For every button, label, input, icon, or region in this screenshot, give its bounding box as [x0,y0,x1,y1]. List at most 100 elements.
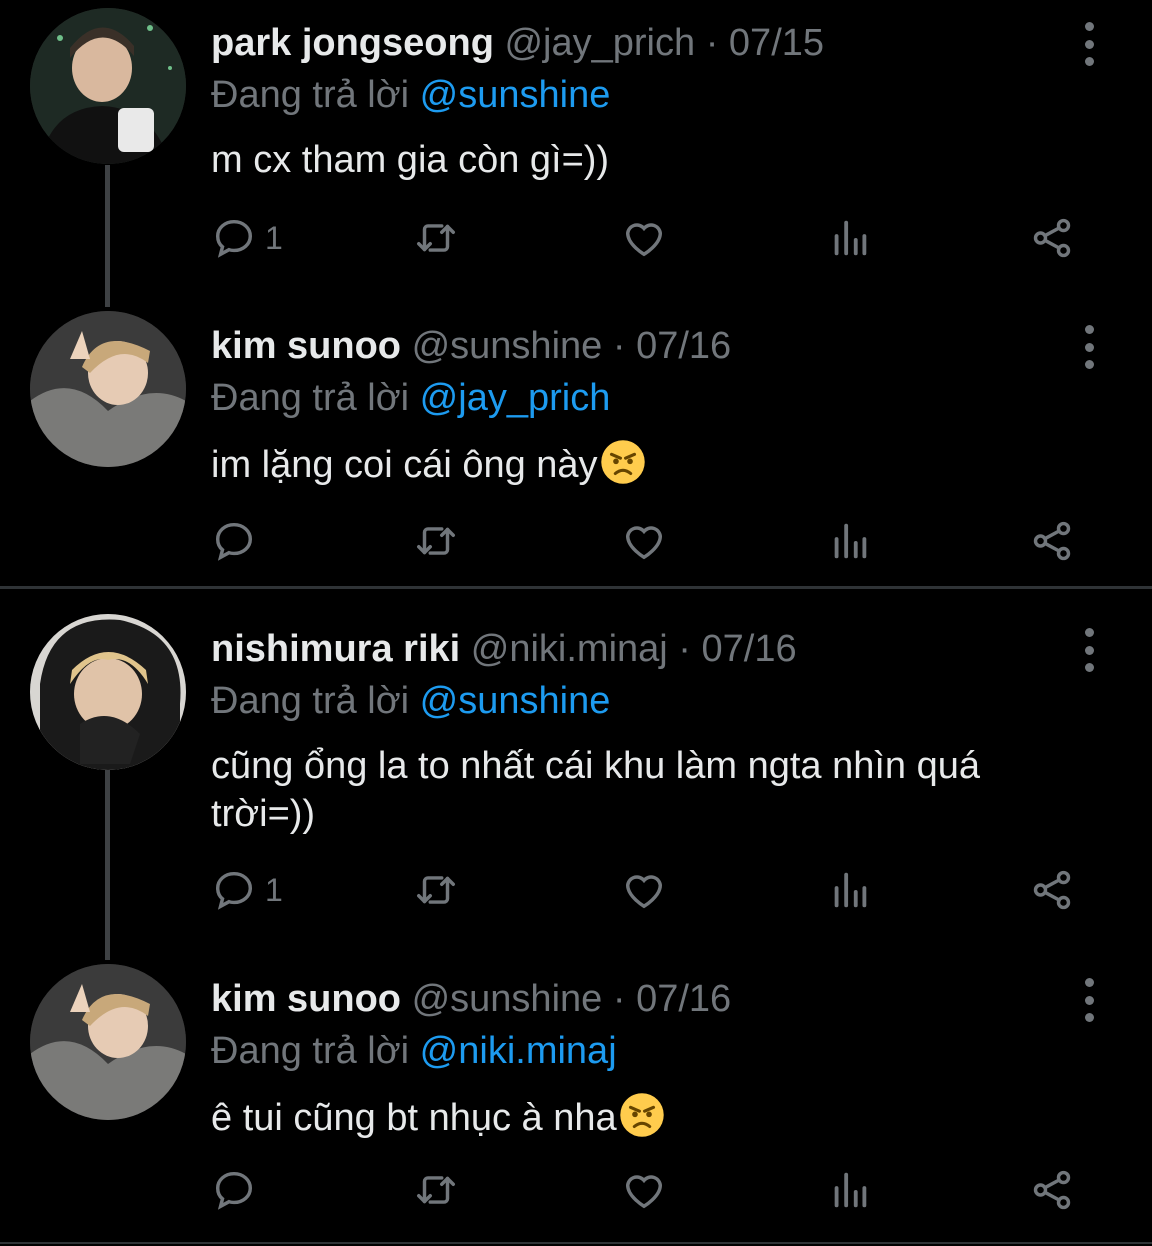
tweet-text-content: m cx tham gia còn gì=)) [211,139,610,181]
like-button[interactable] [621,1165,667,1215]
share-icon [1033,521,1071,561]
replying-to: Đang trả lời @sunshine [211,678,610,724]
retweet-icon [417,224,455,252]
retweet-button[interactable] [413,213,459,263]
tweet-header: kim sunoo @sunshine · 07/16 [211,976,731,1022]
action-bar: 1 [211,213,1091,263]
views-icon [834,220,867,256]
separator-dot: · [678,628,691,670]
username[interactable]: @niki.minaj [471,628,668,670]
tweet-text-content: cũng ổng la to nhất cái khu làm ngta nhì… [211,745,980,835]
like-button[interactable] [621,865,667,915]
share-button[interactable] [1029,516,1075,566]
avatar[interactable] [30,311,186,467]
tweet-text: ê tui cũng bt nhục à nha [211,1092,1091,1142]
more-icon[interactable] [1072,978,1106,1022]
mention-link[interactable]: @jay_prich [420,377,611,419]
replying-to-label: Đang trả lời [211,680,410,722]
tweet[interactable]: nishimura riki @niki.minaj · 07/16 Đang … [0,614,1152,954]
retweet-icon [417,527,455,555]
replying-to-label: Đang trả lời [211,1030,410,1072]
like-icon [625,875,663,909]
retweet-button[interactable] [413,865,459,915]
views-icon [834,872,867,908]
tweet-text: cũng ổng la to nhất cái khu làm ngta nhì… [211,742,1091,838]
tweet[interactable]: park jongseong @jay_prich · 07/15 Đang t… [0,8,1152,298]
like-icon [625,1175,663,1209]
tweet-header: kim sunoo @sunshine · 07/16 [211,323,731,369]
views-button[interactable] [827,213,873,263]
replying-to: Đang trả lời @niki.minaj [211,1028,617,1074]
tweet-text-content: im lặng coi cái ông này [211,444,598,486]
mention-link[interactable]: @niki.minaj [420,1030,617,1072]
replying-to: Đang trả lời @sunshine [211,72,610,118]
tweet-date[interactable]: 07/16 [702,628,797,670]
reply-icon [215,871,253,910]
share-icon [1033,870,1071,910]
retweet-button[interactable] [413,1165,459,1215]
separator-dot: · [705,22,719,64]
more-icon[interactable] [1072,325,1106,369]
username[interactable]: @sunshine [412,325,603,367]
action-bar [211,516,1091,566]
replying-to-label: Đang trả lời [211,74,410,116]
reply-icon [215,522,253,561]
like-icon [625,526,663,560]
reply-button[interactable]: 1 [211,213,283,263]
share-button[interactable] [1029,865,1075,915]
action-bar [211,1165,1091,1215]
reply-button[interactable] [211,1165,265,1215]
tweet-header: nishimura riki @niki.minaj · 07/16 [211,626,797,672]
tweet-text: m cx tham gia còn gì=)) [211,136,1091,184]
divider [0,1242,1152,1244]
like-button[interactable] [621,516,667,566]
tweet-header: park jongseong @jay_prich · 07/15 [211,20,824,66]
reply-icon [215,219,253,258]
views-button[interactable] [827,865,873,915]
views-icon [834,523,867,559]
tweet-date[interactable]: 07/15 [729,22,824,64]
tweet-date[interactable]: 07/16 [636,978,731,1020]
share-button[interactable] [1029,1165,1075,1215]
angry-face-emoji-icon [600,440,645,484]
avatar[interactable] [30,8,186,164]
views-icon [834,1172,867,1208]
retweet-button[interactable] [413,516,459,566]
username[interactable]: @sunshine [412,978,603,1020]
avatar[interactable] [30,614,186,770]
like-button[interactable] [621,213,667,263]
mention-link[interactable]: @sunshine [420,680,611,722]
divider [0,586,1152,589]
tweet[interactable]: kim sunoo @sunshine · 07/16 Đang trả lời… [0,964,1152,1240]
display-name[interactable]: kim sunoo [211,978,401,1020]
display-name[interactable]: nishimura riki [211,628,460,670]
username[interactable]: @jay_prich [504,22,695,64]
reply-icon [215,1171,253,1210]
replying-to: Đang trả lời @jay_prich [211,375,610,421]
display-name[interactable]: kim sunoo [211,325,401,367]
reply-count: 1 [265,871,283,908]
like-icon [625,223,663,257]
tweet-text: im lặng coi cái ông này [211,439,1091,489]
reply-button[interactable]: 1 [211,865,283,915]
avatar[interactable] [30,964,186,1120]
reply-count: 1 [265,219,283,256]
views-button[interactable] [827,1165,873,1215]
tweet[interactable]: kim sunoo @sunshine · 07/16 Đang trả lời… [0,311,1152,586]
replying-to-label: Đang trả lời [211,377,410,419]
tweet-date[interactable]: 07/16 [636,325,731,367]
more-icon[interactable] [1072,22,1106,66]
separator-dot: · [612,325,626,367]
tweet-text-content: ê tui cũng bt nhục à nha [211,1097,617,1139]
share-button[interactable] [1029,213,1075,263]
retweet-icon [417,1176,455,1204]
display-name[interactable]: park jongseong [211,22,494,64]
more-icon[interactable] [1072,628,1106,672]
views-button[interactable] [827,516,873,566]
separator-dot: · [612,978,626,1020]
retweet-icon [417,876,455,904]
mention-link[interactable]: @sunshine [420,74,611,116]
share-icon [1033,1170,1071,1210]
reply-button[interactable] [211,516,265,566]
share-icon [1033,218,1071,258]
